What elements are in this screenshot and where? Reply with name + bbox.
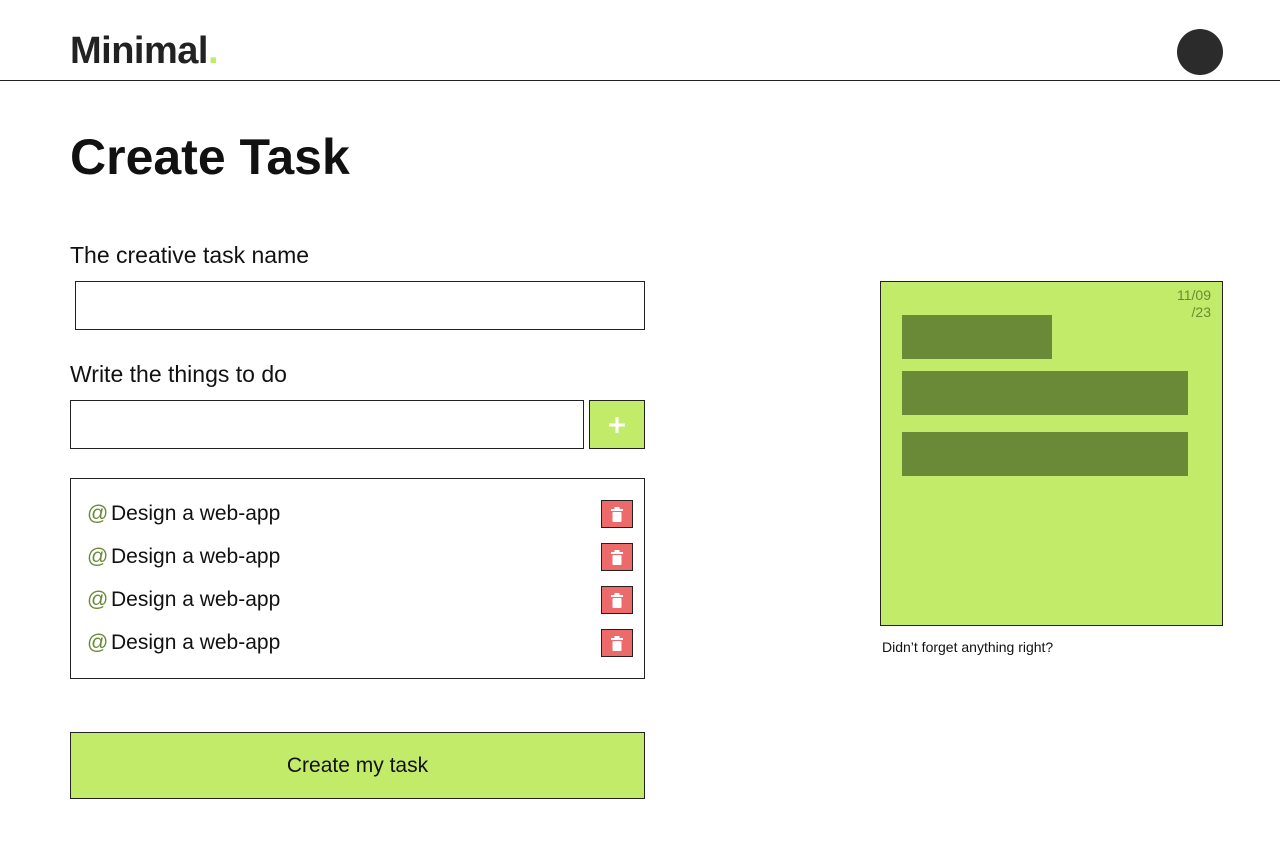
todo-list: @ Design a web-app @ Design a web-app @ …: [70, 478, 645, 679]
page-title: Create Task: [70, 129, 350, 185]
list-item: @ Design a web-app: [87, 629, 633, 657]
list-item: @ Design a web-app: [87, 543, 633, 571]
preview-date-line2: /23: [1191, 304, 1211, 320]
task-name-input[interactable]: [75, 281, 645, 330]
delete-todo-button[interactable]: [601, 500, 633, 528]
task-name-label: The creative task name: [70, 242, 310, 268]
delete-todo-button[interactable]: [601, 543, 633, 571]
todo-label: Write the things to do: [70, 361, 287, 387]
trash-icon: [611, 592, 623, 608]
at-prefix: @: [87, 631, 109, 654]
todo-text: Design a web-app: [111, 631, 281, 654]
task-preview-card: 11/09 /23: [880, 281, 1223, 626]
todo-text: Design a web-app: [111, 545, 281, 568]
top-header: Minimal.: [0, 0, 1280, 81]
list-item: @ Design a web-app: [87, 500, 633, 528]
plus-icon: [609, 416, 625, 433]
trash-icon: [611, 506, 623, 522]
preview-line-placeholder: [902, 432, 1188, 476]
preview-date: 11/09 /23: [1177, 287, 1211, 321]
preview-title-placeholder: [902, 315, 1052, 359]
avatar[interactable]: [1177, 29, 1223, 75]
trash-icon: [611, 635, 623, 651]
preview-caption: Didn’t forget anything right?: [882, 639, 1054, 655]
add-todo-button[interactable]: [589, 400, 645, 449]
todo-text: Design a web-app: [111, 502, 281, 525]
trash-icon: [611, 549, 623, 565]
at-prefix: @: [87, 502, 109, 525]
preview-line-placeholder: [902, 371, 1188, 415]
list-item: @ Design a web-app: [87, 586, 633, 614]
logo[interactable]: Minimal.: [70, 30, 219, 72]
logo-text: Minimal: [70, 30, 208, 72]
create-task-button[interactable]: Create my task: [70, 732, 645, 799]
preview-date-line1: 11/09: [1177, 287, 1211, 303]
delete-todo-button[interactable]: [601, 586, 633, 614]
todo-input[interactable]: [70, 400, 584, 449]
logo-dot: .: [207, 30, 219, 72]
todo-text: Design a web-app: [111, 588, 281, 611]
delete-todo-button[interactable]: [601, 629, 633, 657]
at-prefix: @: [87, 588, 109, 611]
at-prefix: @: [87, 545, 109, 568]
